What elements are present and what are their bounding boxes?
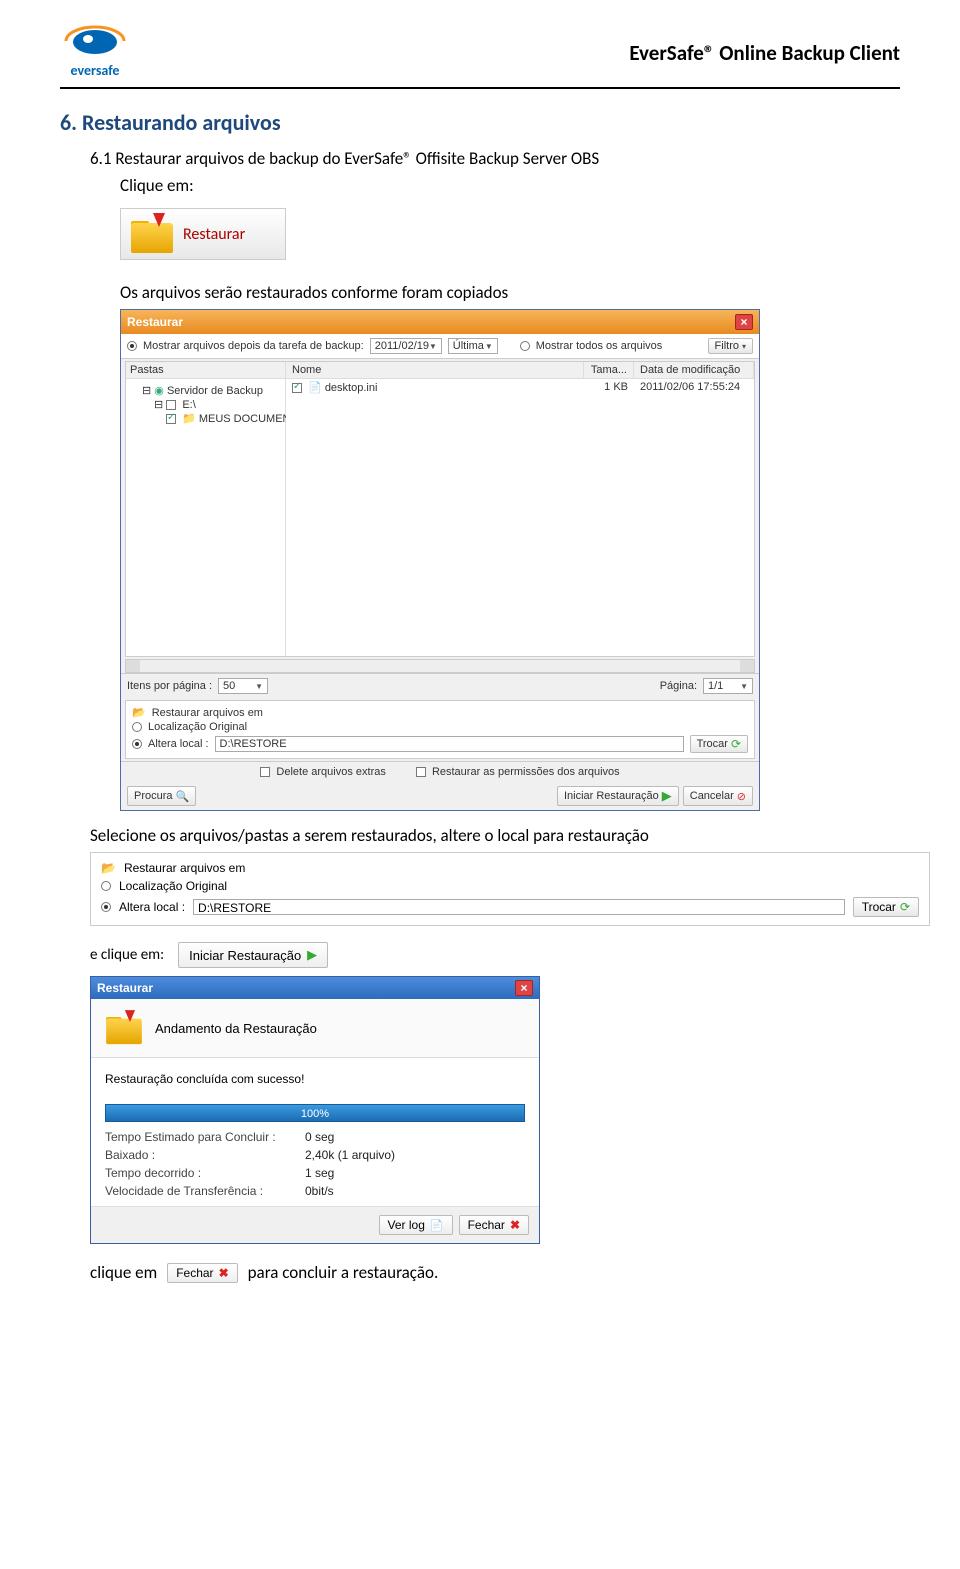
play-icon: ▶ — [307, 947, 317, 963]
progress-header: Andamento da Restauração — [91, 999, 539, 1058]
location-panel: 📂 Restaurar arquivos em Localização Orig… — [125, 700, 755, 759]
restore-dialog: Restaurar × Mostrar arquivos depois da t… — [120, 309, 760, 811]
restaurar-button-label: Restaurar — [183, 225, 245, 244]
and-click-label: e clique em: — [90, 946, 164, 964]
restore-in-label: Restaurar arquivos em — [152, 707, 263, 719]
dialog-action-bar: Procura 🔍 Iniciar Restauração ▶ Cancelar… — [121, 782, 759, 810]
logo-mark — [60, 20, 130, 62]
loc-orig-label: Localização Original — [148, 721, 247, 733]
col-date[interactable]: Data de modificação — [634, 362, 754, 378]
baixado-value: 2,40k (1 arquivo) — [305, 1148, 395, 1162]
filter-button[interactable]: Filtro ▾ — [708, 338, 753, 354]
tree-drive-e[interactable]: E:\ — [182, 399, 195, 411]
radio-loc-orig[interactable] — [132, 722, 142, 732]
items-per-page-input[interactable]: 50▼ — [218, 678, 268, 694]
progress-footer: Ver log 📄 Fechar ✖ — [91, 1206, 539, 1243]
restore-perm-label: Restaurar as permissões dos arquivos — [432, 766, 620, 778]
radio-show-all[interactable] — [520, 341, 530, 351]
document-icon: 📄 — [430, 1219, 444, 1232]
time-est-value: 0 seg — [305, 1130, 334, 1144]
iniciar-restauracao-label: Iniciar Restauração — [189, 948, 301, 963]
progress-titlebar: Restaurar × — [91, 977, 539, 999]
progress-close-icon[interactable]: × — [515, 980, 533, 996]
close-x-icon: ✖ — [219, 1266, 229, 1280]
page-input[interactable]: 1/1▼ — [703, 678, 753, 694]
radio-after-backup[interactable] — [127, 341, 137, 351]
click-on-label: Clique em: — [120, 175, 900, 196]
wide-location-panel: 📂 Restaurar arquivos em Localização Orig… — [90, 852, 930, 926]
wide-radio-alt-local[interactable] — [101, 902, 111, 912]
fechar-button-inline[interactable]: Fechar ✖ — [167, 1263, 237, 1283]
vel-value: 0bit/s — [305, 1184, 334, 1198]
search-button[interactable]: Procura 🔍 — [127, 786, 196, 806]
path-input[interactable]: D:\RESTORE — [215, 736, 684, 752]
folder-download-icon — [106, 1012, 142, 1044]
dialog-split-pane: Pastas ⊟ ◉ Servidor de Backup ⊟ E:\ 📁 ME… — [125, 361, 755, 657]
wide-trocar-button[interactable]: Trocar ⟳ — [853, 897, 919, 917]
col-size[interactable]: Tama... — [584, 362, 634, 378]
wide-loc-orig-label: Localização Original — [119, 879, 227, 893]
delete-extras-label: Delete arquivos extras — [276, 766, 385, 778]
fechar-label: Fechar — [176, 1266, 213, 1280]
page-label: Página: — [660, 680, 697, 692]
radio-after-backup-label: Mostrar arquivos depois da tarefa de bac… — [143, 340, 364, 352]
restaurar-button[interactable]: Restaurar — [120, 208, 286, 260]
click-label: clique em — [90, 1262, 157, 1283]
restored-as-copied-text: Os arquivos serão restaurados conforme f… — [120, 282, 900, 303]
wide-radio-loc-orig[interactable] — [101, 881, 111, 891]
vel-label: Velocidade de Transferência : — [105, 1184, 305, 1198]
pagination-bar: Itens por página : 50▼ Página: 1/1▼ — [121, 673, 759, 698]
col-name[interactable]: Nome — [286, 362, 584, 378]
wide-path-input[interactable]: D:\RESTORE — [193, 899, 845, 915]
step-6-1: 6.1 Restaurar arquivos de backup do Ever… — [90, 148, 900, 169]
trocar-button[interactable]: Trocar ⟳ — [690, 735, 748, 753]
to-conclude-label: para concluir a restauração. — [248, 1262, 439, 1283]
cancelar-button[interactable]: Cancelar ⊘ — [683, 786, 753, 806]
dialog-titlebar: Restaurar × — [121, 310, 759, 334]
progress-dialog: Restaurar × Andamento da Restauração Res… — [90, 976, 540, 1244]
horizontal-scrollbar[interactable] — [125, 659, 755, 673]
date-input[interactable]: 2011/02/19▼ — [370, 338, 442, 354]
time-est-label: Tempo Estimado para Concluir : — [105, 1130, 305, 1144]
success-text: Restauração concluída com sucesso! — [105, 1072, 525, 1086]
decorrido-label: Tempo decorrido : — [105, 1166, 305, 1180]
progress-header-text: Andamento da Restauração — [155, 1021, 317, 1036]
radio-alt-local[interactable] — [132, 739, 142, 749]
iniciar-restauracao-button[interactable]: Iniciar Restauração ▶ — [178, 942, 328, 968]
file-row[interactable]: 📄 desktop.ini 1 KB 2011/02/06 17:55:24 — [286, 379, 754, 396]
folder-tree[interactable]: Pastas ⊟ ◉ Servidor de Backup ⊟ E:\ 📁 ME… — [126, 362, 286, 656]
radio-show-all-label: Mostrar todos os arquivos — [536, 340, 663, 352]
tree-header: Pastas — [126, 362, 285, 379]
chk-delete-extras[interactable] — [260, 767, 270, 777]
wide-restore-in-label: Restaurar arquivos em — [124, 861, 245, 875]
fechar-button[interactable]: Fechar ✖ — [459, 1215, 529, 1235]
folder-download-icon — [131, 215, 173, 253]
verlog-button[interactable]: Ver log 📄 — [379, 1215, 453, 1235]
baixado-label: Baixado : — [105, 1148, 305, 1162]
logo-text: eversafe — [71, 62, 120, 79]
section-heading: 6. Restaurando arquivos — [60, 109, 900, 136]
file-list: Nome Tama... Data de modificação 📄 deskt… — [286, 362, 754, 656]
progress-bar: 100% — [105, 1104, 525, 1122]
dialog-toolbar: Mostrar arquivos depois da tarefa de bac… — [121, 334, 759, 359]
close-x-icon: ✖ — [510, 1218, 520, 1232]
dialog-title: Restaurar — [127, 315, 183, 329]
last-input[interactable]: Última▼ — [448, 338, 498, 354]
chk-restore-perm[interactable] — [416, 767, 426, 777]
tree-meus-doc[interactable]: MEUS DOCUMENT — [199, 413, 297, 425]
progress-title: Restaurar — [97, 981, 153, 995]
tree-root[interactable]: Servidor de Backup — [167, 385, 263, 397]
alt-local-label: Altera local : — [148, 738, 209, 750]
iniciar-button-small[interactable]: Iniciar Restauração ▶ — [557, 786, 679, 806]
page-header: eversafe EverSafe® Online Backup Client — [60, 20, 900, 89]
items-per-page-label: Itens por página : — [127, 680, 212, 692]
close-icon[interactable]: × — [735, 314, 753, 330]
decorrido-value: 1 seg — [305, 1166, 334, 1180]
wide-alt-local-label: Altera local : — [119, 900, 185, 914]
logo: eversafe — [60, 20, 130, 79]
header-title: EverSafe® Online Backup Client — [629, 40, 900, 66]
select-files-text: Selecione os arquivos/pastas a serem res… — [90, 825, 900, 846]
